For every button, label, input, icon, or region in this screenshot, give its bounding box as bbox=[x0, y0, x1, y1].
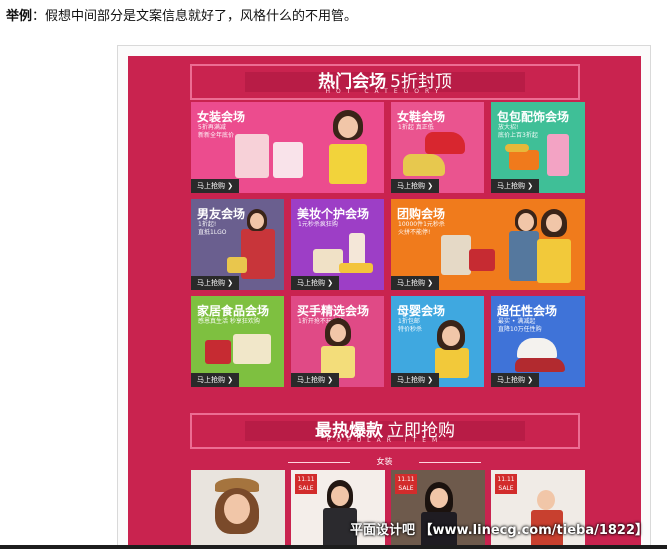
promo-banner-image: 热门会场 5折封顶 HOT CATEGORY 女装会场 5折再满减 新新全年底价 … bbox=[128, 56, 641, 549]
coat-product bbox=[235, 134, 269, 178]
tile-shop-button[interactable]: 马上抢购 ❯ bbox=[291, 276, 340, 290]
tile-mother-baby[interactable]: 母婴会场 1折包邮 特价秒杀 马上抢购 ❯ bbox=[391, 296, 484, 387]
tile-home-food[interactable]: 家居食品会场 感恩真生活 秒享狂欢购 马上抢购 ❯ bbox=[191, 296, 284, 387]
tile-womens-wear[interactable]: 女装会场 5折再满减 新新全年底价 马上抢购 ❯ bbox=[191, 102, 384, 193]
tile-subtitle: 1折包邮 特价秒杀 bbox=[398, 318, 423, 333]
suitcase-product bbox=[547, 134, 569, 176]
woman-face bbox=[546, 214, 562, 232]
model-face bbox=[430, 488, 448, 508]
tile-group-buy[interactable]: 团购会场 10000件1元秒杀 火拼不能停! 马上抢购 ❯ bbox=[391, 199, 585, 290]
sweater-product bbox=[273, 142, 303, 178]
tile-subtitle: 1折起 真正低 bbox=[398, 124, 434, 131]
model-face bbox=[537, 490, 555, 510]
tile-shop-button[interactable]: 马上抢购 ❯ bbox=[191, 276, 240, 290]
handbag-product bbox=[509, 150, 539, 170]
tile-boyfriend[interactable]: 男友会场 1折起! 直抵1LGO 马上抢购 ❯ bbox=[191, 199, 284, 290]
tile-subtitle: 10000件1元秒杀 火拼不能停! bbox=[398, 221, 445, 236]
bag-product bbox=[469, 249, 495, 271]
tile-title: 女鞋会场 bbox=[397, 110, 446, 124]
tile-title: 家居食品会场 bbox=[197, 304, 270, 318]
divider-line-right bbox=[419, 462, 481, 463]
bottom-scroll-bar bbox=[0, 545, 667, 549]
header-subtitle: POPULAR ITEM bbox=[326, 437, 444, 444]
category-divider: 女装 bbox=[276, 456, 493, 468]
header-subtitle: HOT CATEGORY bbox=[325, 88, 445, 95]
intro-label: 举例 bbox=[6, 9, 33, 24]
tile-title: 男友会场 bbox=[197, 207, 246, 221]
tile-subtitle: 放大招! 底价上百3折起 bbox=[498, 124, 538, 139]
model-face bbox=[338, 116, 358, 138]
model-face bbox=[330, 324, 346, 342]
man-figure bbox=[509, 231, 539, 281]
coat-product bbox=[441, 235, 471, 275]
sale-badge: 11.11 SALE bbox=[495, 474, 517, 494]
intro-colon: ： bbox=[32, 9, 46, 24]
tile-title: 团购会场 bbox=[397, 207, 446, 221]
tile-buyer-picks[interactable]: 买手精选会场 1折开抢不玩虚的 马上抢购 ❯ bbox=[291, 296, 384, 387]
tile-title: 买手精选会场 bbox=[297, 304, 370, 318]
yellow-shoe bbox=[403, 154, 445, 176]
intro-body: 假想中间部分是文案信息就好了，风格什么的不用管。 bbox=[45, 9, 358, 24]
tile-title: 包包配饰会场 bbox=[497, 110, 570, 124]
section-header-popular: 最热爆款 立即抢购 POPULAR ITEM bbox=[190, 413, 580, 449]
tile-super-wilful[interactable]: 超任性会场 最实 • 满减起 直降10万任性购 马上抢购 ❯ bbox=[491, 296, 585, 387]
tile-subtitle: 1元秒杀疯狂购 bbox=[298, 221, 338, 228]
tile-subtitle: 5折再满减 新新全年底价 bbox=[198, 124, 235, 139]
watermark-text: 平面设计吧 【www.linecg.com/tieba/1822】 bbox=[350, 523, 649, 538]
sale-badge: 11.11 SALE bbox=[395, 474, 417, 494]
hat-product bbox=[505, 144, 529, 152]
child-face bbox=[442, 326, 460, 346]
tile-subtitle: 感恩真生活 秒享狂欢购 bbox=[198, 318, 260, 325]
child-outfit bbox=[435, 348, 469, 378]
model-face bbox=[250, 213, 264, 229]
tile-shop-button[interactable]: 马上抢购 ❯ bbox=[391, 276, 440, 290]
tile-title: 美妆个护会场 bbox=[297, 207, 370, 221]
tile-beauty-care[interactable]: 美妆个护会场 1元秒杀疯狂购 马上抢购 ❯ bbox=[291, 199, 384, 290]
section-header-hot: 热门会场 5折封顶 HOT CATEGORY bbox=[190, 64, 580, 100]
red-shoe bbox=[425, 132, 465, 154]
tile-womens-shoes[interactable]: 女鞋会场 1折起 真正低 马上抢购 ❯ bbox=[391, 102, 484, 193]
sale-badge: 11.11 SALE bbox=[295, 474, 317, 494]
gift-box bbox=[227, 257, 247, 273]
tile-title: 母婴会场 bbox=[397, 304, 446, 318]
product-photo[interactable] bbox=[191, 470, 285, 549]
tile-shop-button[interactable]: 马上抢购 ❯ bbox=[191, 179, 240, 193]
tile-shop-button[interactable]: 马上抢购 ❯ bbox=[291, 373, 340, 387]
model-face bbox=[224, 494, 250, 524]
tile-shop-button[interactable]: 马上抢购 ❯ bbox=[391, 373, 440, 387]
tile-shop-button[interactable]: 马上抢购 ❯ bbox=[491, 179, 540, 193]
tile-subtitle: 最实 • 满减起 直降10万任性购 bbox=[498, 318, 542, 333]
tile-shop-button[interactable]: 马上抢购 ❯ bbox=[491, 373, 540, 387]
tile-shop-button[interactable]: 马上抢购 ❯ bbox=[191, 373, 240, 387]
model-face bbox=[331, 486, 349, 506]
intro-text: 举例：假想中间部分是文案信息就好了，风格什么的不用管。 bbox=[6, 8, 357, 26]
tile-bags-accessories[interactable]: 包包配饰会场 放大招! 底价上百3折起 马上抢购 ❯ bbox=[491, 102, 585, 193]
gold-box bbox=[339, 263, 373, 273]
man-face bbox=[518, 213, 534, 231]
opera-house bbox=[517, 338, 557, 358]
woman-figure bbox=[537, 239, 571, 283]
snack-box bbox=[205, 340, 231, 364]
bedding-product bbox=[233, 334, 271, 364]
tile-shop-button[interactable]: 马上抢购 ❯ bbox=[391, 179, 440, 193]
tile-title: 女装会场 bbox=[197, 110, 246, 124]
tile-title: 超任性会场 bbox=[497, 304, 558, 318]
model-sweater bbox=[329, 144, 367, 184]
tile-subtitle: 1折起! 直抵1LGO bbox=[198, 221, 227, 236]
red-car bbox=[515, 358, 565, 372]
